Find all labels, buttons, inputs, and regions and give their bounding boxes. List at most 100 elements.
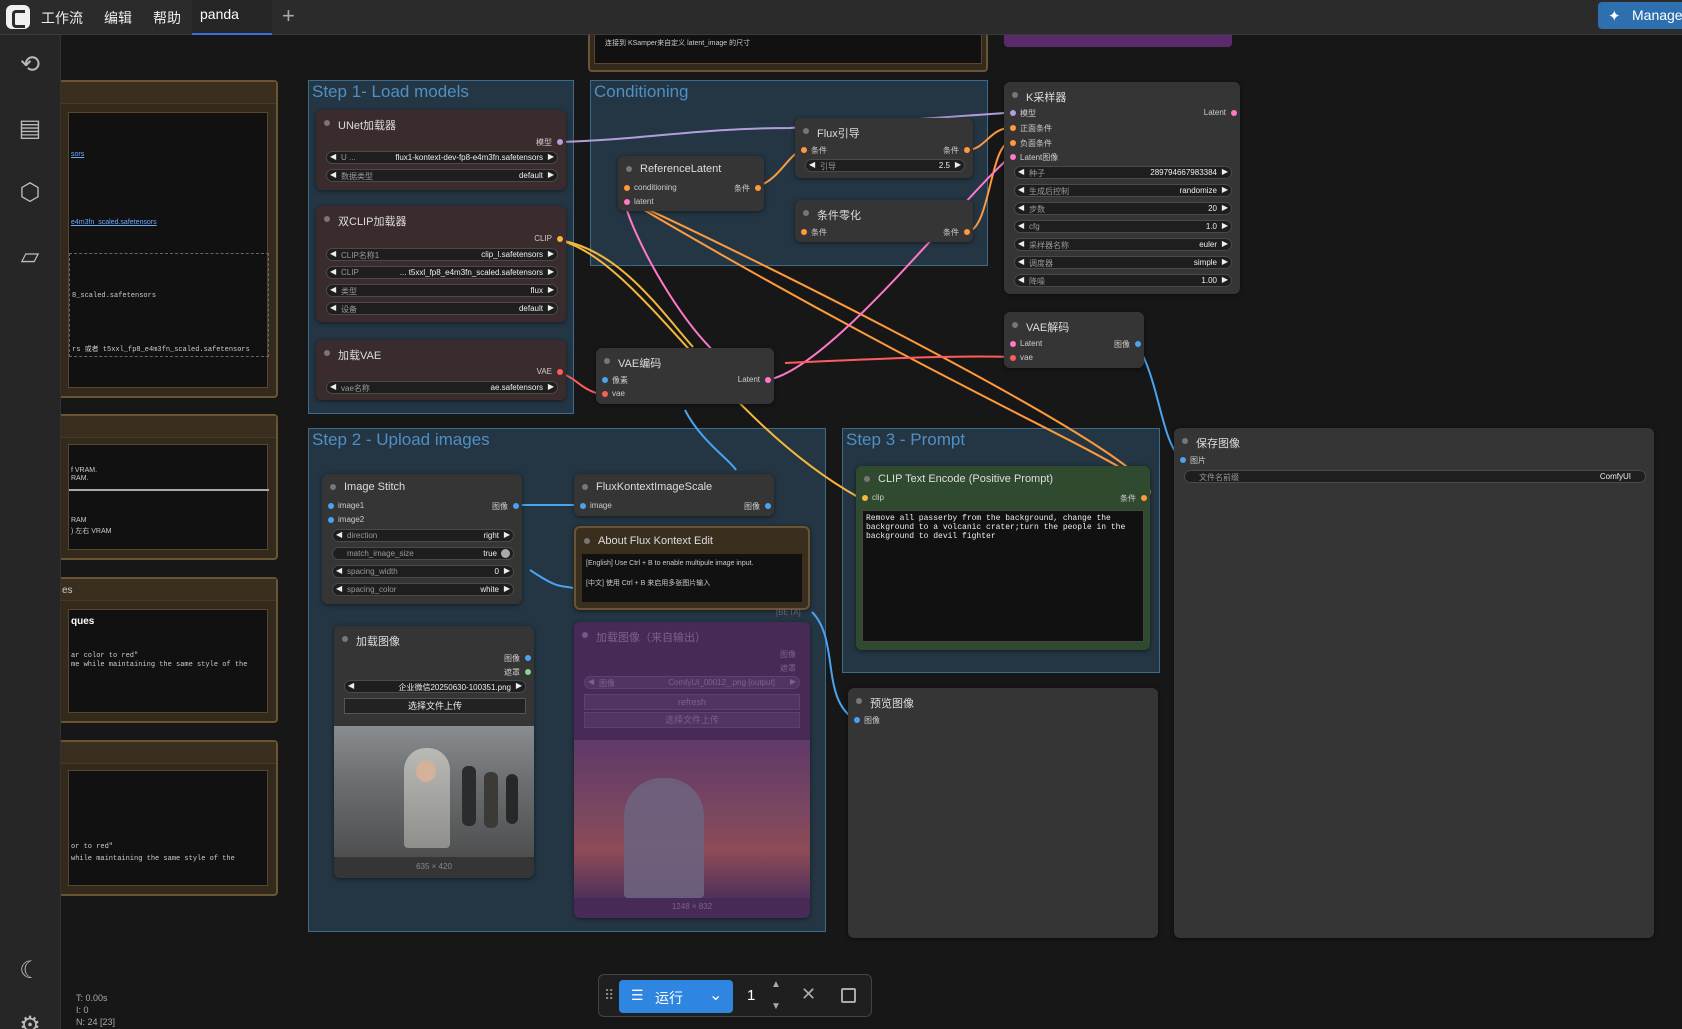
- node-collapse-dot[interactable]: [582, 632, 588, 638]
- node-preview-image[interactable]: 预览图像 图像: [848, 688, 1158, 938]
- node-collapse-dot[interactable]: [626, 166, 632, 172]
- output-socket[interactable]: [765, 377, 771, 383]
- node-collapse-dot[interactable]: [1012, 322, 1018, 328]
- node-load-image[interactable]: 加载图像 图像 遮罩 ◀ 企业微信20250630-100351.png ▶ 选择文…: [334, 626, 534, 878]
- widget-spacing-color[interactable]: ◀ spacing_color white ▶: [332, 583, 514, 596]
- widget-device[interactable]: ◀ 设备 default ▶: [326, 302, 558, 315]
- node-collapse-dot[interactable]: [856, 698, 862, 704]
- cancel-x-icon[interactable]: ✕: [801, 984, 816, 1005]
- output-socket[interactable]: [765, 503, 771, 509]
- input-socket[interactable]: [1010, 110, 1016, 116]
- widget-cfg[interactable]: ◀ cfg 1.0 ▶: [1014, 220, 1232, 233]
- node-about-flux-kontext[interactable]: About Flux Kontext Edit [English] Use Ct…: [574, 526, 810, 610]
- upload-file-button[interactable]: 选择文件上传: [584, 712, 800, 728]
- upload-file-button[interactable]: 选择文件上传: [344, 698, 526, 714]
- model-library-icon[interactable]: ⬡: [14, 177, 46, 209]
- input-socket[interactable]: [1010, 140, 1016, 146]
- node-image-stitch[interactable]: Image Stitch image1 image2 图像 ◀ direction…: [322, 474, 522, 604]
- note-left-1[interactable]: sors e4m3fn_scaled.safetensors 8_scaled.…: [58, 80, 278, 398]
- history-icon[interactable]: ⟲: [14, 49, 46, 81]
- input-socket[interactable]: [1010, 154, 1016, 160]
- widget-vae-name[interactable]: ◀ vae名称 ae.safetensors ▶: [326, 381, 558, 394]
- output-socket[interactable]: [1135, 341, 1141, 347]
- widget-image-file[interactable]: ◀ 企业微信20250630-100351.png ▶: [344, 680, 526, 693]
- tab-panda[interactable]: panda: [192, 0, 272, 35]
- node-conditioning-zero[interactable]: 条件零化 条件 条件: [795, 200, 973, 242]
- widget-denoise[interactable]: ◀ 降噪 1.00 ▶: [1014, 274, 1232, 287]
- node-collapse-dot[interactable]: [1012, 92, 1018, 98]
- settings-gear-icon[interactable]: ⚙: [14, 1010, 46, 1029]
- arrow-right-icon[interactable]: ▶: [548, 170, 554, 179]
- menu-workflow[interactable]: 工作流: [41, 8, 83, 28]
- widget-steps[interactable]: ◀ 步数 20 ▶: [1014, 202, 1232, 215]
- widget-seed[interactable]: ◀ 种子 289794667983384 ▶: [1014, 166, 1232, 179]
- purple-node-stub[interactable]: [1004, 33, 1232, 47]
- widget-type[interactable]: ◀ 类型 flux ▶: [326, 284, 558, 297]
- node-reference-latent[interactable]: ReferenceLatent conditioning latent 条件: [618, 156, 764, 211]
- output-socket[interactable]: [557, 236, 563, 242]
- note-link-2[interactable]: e4m3fn_scaled.safetensors: [71, 219, 157, 226]
- node-collapse-dot[interactable]: [324, 350, 330, 356]
- refresh-button[interactable]: refresh: [584, 694, 800, 710]
- node-flux-guidance[interactable]: Flux引导 条件 条件 ◀ 引导 2.5 ▶: [795, 118, 973, 178]
- widget-dtype[interactable]: ◀ 数据类型 default ▶: [326, 169, 558, 182]
- arrow-right-icon[interactable]: ▶: [548, 152, 554, 161]
- node-collapse-dot[interactable]: [1182, 438, 1188, 444]
- manager-button[interactable]: ✦ Manager: [1598, 2, 1682, 29]
- widget-match-size[interactable]: match_image_size true: [332, 547, 514, 560]
- input-socket[interactable]: [801, 147, 807, 153]
- stop-square-icon[interactable]: [841, 988, 856, 1003]
- input-socket[interactable]: [1180, 457, 1186, 463]
- node-vae-decode[interactable]: VAE解码 Latent vae 图像: [1004, 312, 1144, 368]
- output-socket[interactable]: [557, 139, 563, 145]
- note-left-2[interactable]: f VRAM. RAM. RAM ) 左右 VRAM: [58, 414, 278, 560]
- node-collapse-dot[interactable]: [803, 210, 809, 216]
- input-socket[interactable]: [1010, 341, 1016, 347]
- widget-scheduler[interactable]: ◀ 调度器 simple ▶: [1014, 256, 1232, 269]
- arrow-left-icon[interactable]: ◀: [330, 170, 336, 179]
- note-left-4[interactable]: or to red" while maintaining the same st…: [58, 740, 278, 896]
- queue-icon[interactable]: ▤: [14, 113, 46, 145]
- increment-icon[interactable]: ▲: [771, 979, 781, 990]
- node-load-vae[interactable]: 加载VAE VAE ◀ vae名称 ae.safetensors ▶: [316, 340, 566, 400]
- input-socket[interactable]: [328, 517, 334, 523]
- widget-control-after[interactable]: ◀ 生成后控制 randomize ▶: [1014, 184, 1232, 197]
- widget-image-file[interactable]: ◀ 图像 ComfyUI_00012_.png [output] ▶: [584, 676, 800, 689]
- node-collapse-dot[interactable]: [803, 128, 809, 134]
- node-unet-loader[interactable]: UNet加载器 模型 ◀ U ... flux1-kontext-dev-fp8-e…: [316, 110, 566, 190]
- note-top[interactable]: 连接到 KSamper来自定义 latent_image 的尺寸: [588, 30, 988, 72]
- node-load-image-output[interactable]: 加载图像（来自输出） 图像 遮罩 ◀ 图像 ComfyUI_00012_.png […: [574, 622, 810, 918]
- output-socket[interactable]: [1141, 495, 1147, 501]
- node-save-image[interactable]: 保存图像 图片 文件名前缀 ComfyUI: [1174, 428, 1654, 938]
- node-collapse-dot[interactable]: [582, 484, 588, 490]
- widget-clip2[interactable]: ◀ CLIP... t5xxl_fp8_e4m3fn_scaled.safeten…: [326, 266, 558, 279]
- drag-handle-icon[interactable]: ⠿: [604, 987, 614, 1004]
- chevron-down-icon[interactable]: ⌄: [709, 985, 722, 1005]
- menu-edit[interactable]: 编辑: [104, 8, 132, 28]
- widget-guidance[interactable]: ◀ 引导 2.5 ▶: [805, 159, 965, 172]
- comfyui-logo-icon[interactable]: [6, 5, 30, 29]
- widget-sampler[interactable]: ◀ 采样器名称 euler ▶: [1014, 238, 1232, 251]
- output-socket[interactable]: [525, 655, 531, 661]
- output-socket[interactable]: [557, 369, 563, 375]
- node-flux-kontext-image-scale[interactable]: FluxKontextImageScale image 图像: [574, 474, 774, 516]
- widget-spacing-width[interactable]: ◀ spacing_width 0 ▶: [332, 565, 514, 578]
- input-socket[interactable]: [602, 377, 608, 383]
- input-socket[interactable]: [1010, 355, 1016, 361]
- output-socket[interactable]: [525, 669, 531, 675]
- output-socket[interactable]: [755, 185, 761, 191]
- output-socket[interactable]: [1231, 110, 1237, 116]
- node-ksampler[interactable]: K采样器 模型 正面条件 负面条件 Latent图像 Latent ◀ 种子 289…: [1004, 82, 1240, 294]
- node-collapse-dot[interactable]: [342, 636, 348, 642]
- node-collapse-dot[interactable]: [330, 484, 336, 490]
- note-link[interactable]: sors: [71, 151, 84, 158]
- theme-moon-icon[interactable]: ☾: [14, 955, 46, 987]
- input-socket[interactable]: [862, 495, 868, 501]
- input-socket[interactable]: [602, 391, 608, 397]
- input-socket[interactable]: [854, 717, 860, 723]
- input-socket[interactable]: [624, 199, 630, 205]
- prompt-textarea[interactable]: Remove all passerby from the background,…: [862, 510, 1144, 642]
- node-clip-text-encode[interactable]: CLIP Text Encode (Positive Prompt) clip …: [856, 466, 1150, 650]
- widget-filename-prefix[interactable]: 文件名前缀 ComfyUI: [1184, 470, 1646, 483]
- input-socket[interactable]: [801, 229, 807, 235]
